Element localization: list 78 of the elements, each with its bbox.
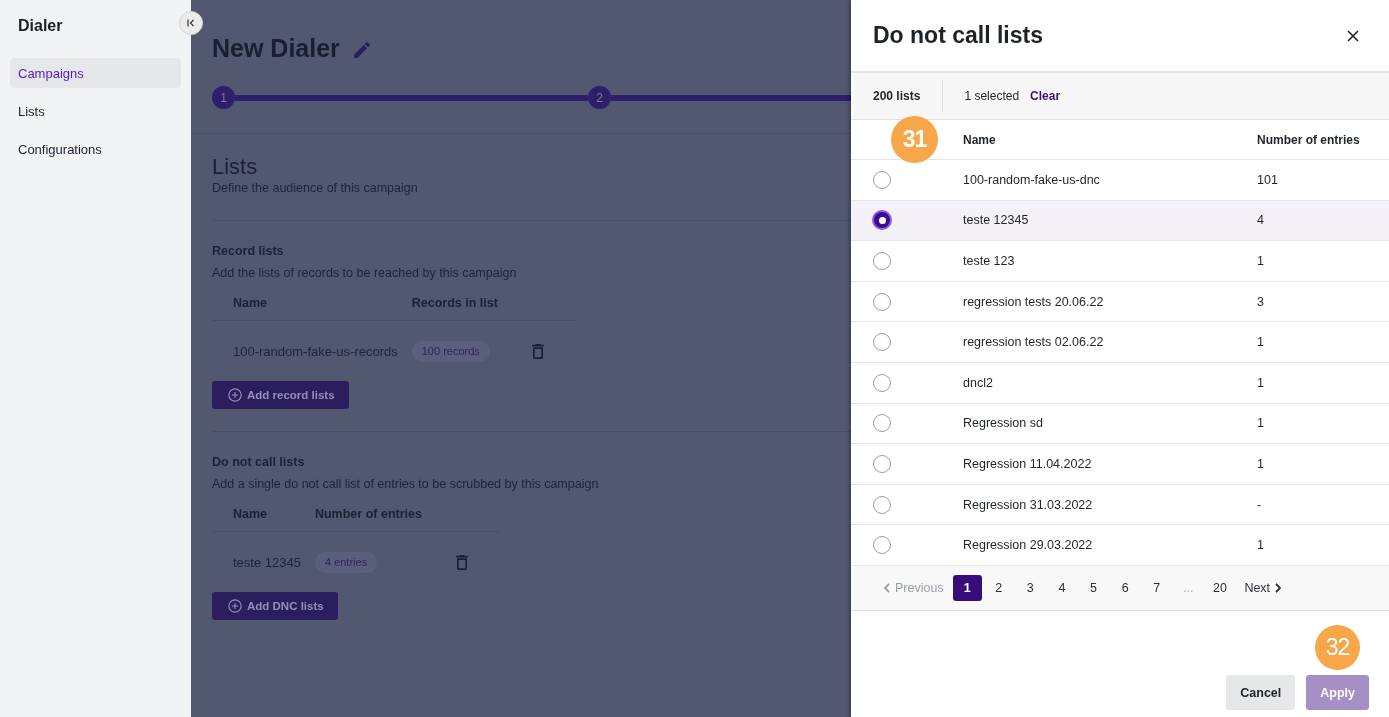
page-button[interactable]: 20	[1205, 574, 1235, 601]
step-marker: 2	[588, 86, 611, 109]
page-button[interactable]: 4	[1047, 574, 1077, 601]
list-name: 100-random-fake-us-records	[233, 343, 398, 359]
radio-button[interactable]	[873, 333, 891, 352]
table-cell: 1	[1257, 538, 1264, 553]
column-header: Name	[233, 295, 268, 310]
column-header: Name	[233, 506, 268, 521]
radio-button[interactable]	[873, 495, 891, 514]
table-cell: 100-random-fake-us-dnc	[963, 172, 1100, 187]
step-marker: 1	[212, 86, 235, 109]
page-title: New Dialer	[212, 33, 340, 63]
column-header: Number of entries	[314, 506, 422, 521]
table-cell: 1	[1257, 375, 1264, 390]
table-cell: 1	[1257, 254, 1264, 268]
section-title: Lists	[212, 154, 258, 180]
radio-button[interactable]	[873, 536, 891, 555]
group-title: Record lists	[212, 243, 284, 259]
table-cell: 4	[1257, 213, 1264, 228]
table-cell: Regression 31.03.2022	[963, 497, 1093, 512]
chevron-right-icon	[1275, 582, 1282, 593]
table-cell: 1	[1257, 335, 1264, 350]
list-count: 200 lists	[873, 89, 921, 103]
table-cell: Regression 29.03.2022	[963, 538, 1093, 553]
add-button[interactable]: Add DNC lists	[212, 592, 338, 620]
radio-button[interactable]	[873, 292, 891, 311]
collapse-button[interactable]	[179, 11, 203, 35]
table-cell: regression tests 02.06.22	[963, 335, 1104, 350]
page-button[interactable]: 3	[1015, 574, 1045, 601]
table-cell: 101	[1257, 172, 1278, 187]
radio-button[interactable]	[873, 373, 891, 392]
table-cell: -	[1257, 497, 1262, 512]
column-header: Name	[963, 132, 996, 147]
radio-button[interactable]	[873, 454, 891, 473]
callout-marker: 31	[891, 116, 938, 163]
list-name: teste 12345	[233, 554, 301, 570]
selection-count: 1 selected	[963, 89, 1020, 103]
page-button[interactable]: 1	[952, 574, 982, 601]
table-cell: 1	[1257, 416, 1264, 431]
next-link[interactable]: Next	[1244, 580, 1282, 595]
trash-icon[interactable]	[531, 343, 544, 359]
sidebar-item[interactable]: Lists	[10, 96, 181, 126]
table-cell: teste 12345	[963, 213, 1029, 228]
count-badge: 4 entries	[314, 551, 378, 573]
trash-icon[interactable]	[455, 554, 468, 570]
table-cell: Regression 11.04.2022	[963, 456, 1092, 471]
page-button[interactable]: 2	[984, 574, 1014, 601]
close-icon[interactable]	[1347, 29, 1359, 42]
page-button[interactable]: 6	[1110, 574, 1140, 601]
table-cell: Regression sd	[963, 416, 1043, 431]
sidebar-item[interactable]: Campaigns	[10, 58, 181, 88]
app-title: Dialer	[18, 17, 63, 36]
cancel-button[interactable]: Cancel	[1226, 675, 1296, 710]
sidebar-item[interactable]: Configurations	[10, 134, 181, 164]
clear-link[interactable]: Clear	[1030, 89, 1061, 103]
pencil-icon[interactable]	[353, 42, 370, 58]
table-cell: 3	[1257, 294, 1264, 309]
radio-button[interactable]	[873, 170, 891, 189]
table-cell: 1	[1257, 456, 1264, 471]
radio-button[interactable]	[872, 210, 892, 231]
radio-button[interactable]	[873, 252, 891, 270]
column-header: Records in list	[411, 295, 498, 310]
add-button[interactable]: Add record lists	[212, 381, 349, 409]
chevron-left-icon	[884, 582, 890, 593]
panel-title: Do not call lists	[873, 22, 1043, 49]
plus-circle-icon	[228, 599, 242, 613]
group-title: Do not call lists	[212, 454, 305, 470]
column-header: Number of entries	[1257, 132, 1360, 147]
collapse-icon	[187, 19, 195, 27]
page-button[interactable]: 5	[1079, 574, 1108, 601]
callout-marker: 32	[1315, 624, 1360, 670]
page-button[interactable]: 7	[1142, 574, 1172, 601]
page-ellipsis: ...	[1182, 579, 1195, 597]
table-cell: dncl2	[963, 375, 993, 390]
radio-button[interactable]	[873, 414, 891, 433]
table-cell: teste 123	[963, 254, 1015, 268]
table-cell: regression tests 20.06.22	[963, 294, 1104, 309]
plus-circle-icon	[228, 388, 242, 402]
